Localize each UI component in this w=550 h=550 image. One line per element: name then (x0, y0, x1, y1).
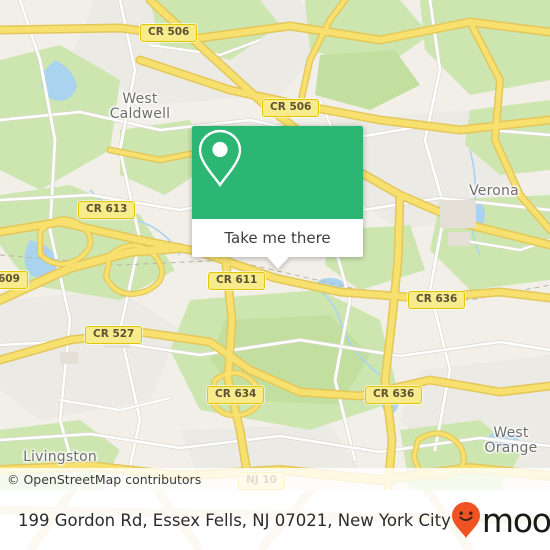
popup-action-bar[interactable]: Take me there (192, 219, 363, 257)
moovit-map-screenshot: .green{fill:#cde6b0} .dgreen{fill:#c3dfa… (0, 0, 550, 550)
moovit-logo: moovit (451, 501, 550, 540)
road-shield-cr636-upper: CR 636 (408, 291, 466, 309)
map-canvas[interactable]: .green{fill:#cde6b0} .dgreen{fill:#c3dfa… (0, 0, 550, 490)
road-shield-cr611: CR 611 (208, 272, 266, 290)
road-shield-cr634: CR 634 (207, 386, 265, 404)
road-shield-cr527: CR 527 (85, 326, 143, 344)
moovit-wordmark: moovit (481, 500, 550, 540)
address-label: 199 Gordon Rd, Essex Fells, NJ 07021, Ne… (18, 510, 451, 530)
popup-pointer (266, 257, 289, 269)
map-pin-icon (198, 129, 242, 188)
osm-attribution-text: © OpenStreetMap contributors (7, 471, 202, 487)
map-attribution-bar: © OpenStreetMap contributors (0, 468, 550, 490)
road-shield-609: 609 (0, 271, 28, 289)
location-popup-card[interactable]: Take me there (192, 126, 363, 269)
moovit-pin-icon (451, 502, 480, 538)
road-shield-cr636-lower: CR 636 (365, 386, 423, 404)
road-shield-cr506-center: CR 506 (262, 99, 320, 117)
road-shield-cr506-top: CR 506 (140, 24, 198, 42)
take-me-there-label: Take me there (224, 229, 331, 247)
road-shield-cr613: CR 613 (78, 201, 136, 219)
footer-bar: 199 Gordon Rd, Essex Fells, NJ 07021, Ne… (0, 490, 550, 550)
popup-header (192, 126, 363, 219)
